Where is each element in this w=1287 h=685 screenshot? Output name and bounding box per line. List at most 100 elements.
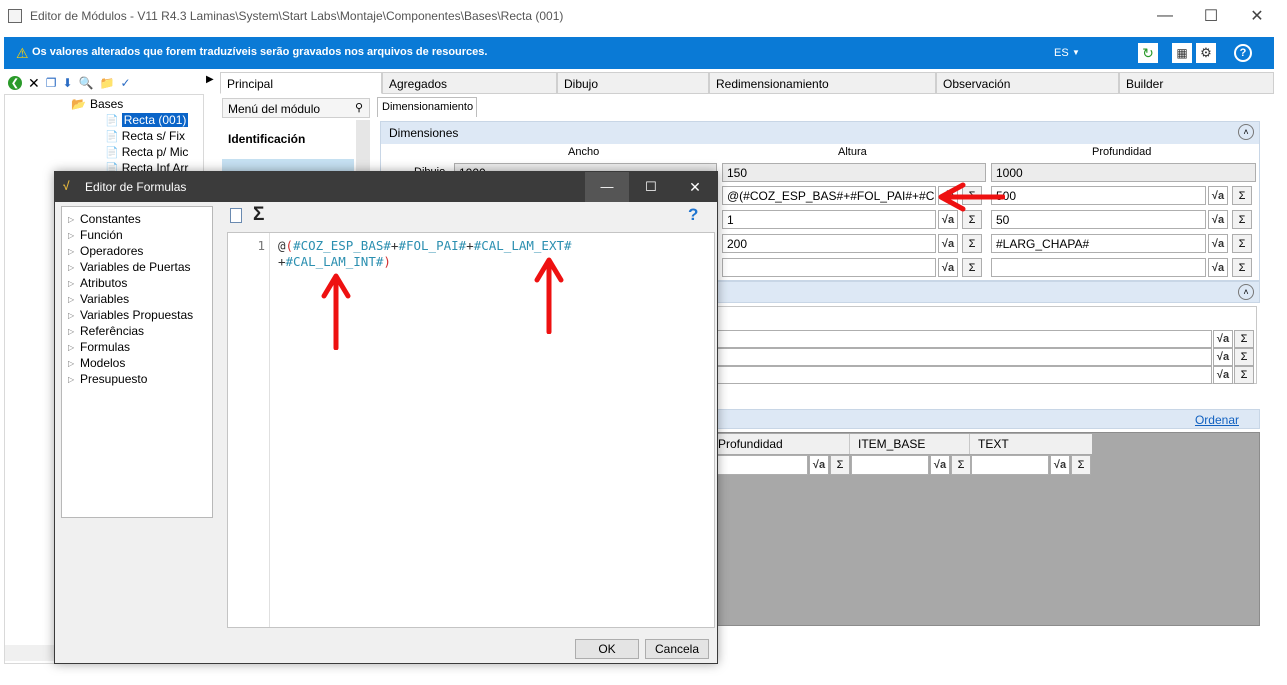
category-modelos[interactable]: ▷ Modelos [62,355,212,371]
code-token: ) [383,254,391,269]
formula-button[interactable]: √a [1208,210,1228,229]
sigma-button[interactable]: Σ [1232,258,1252,277]
tab-principal[interactable]: Principal [220,72,382,94]
tab-builder[interactable]: Builder [1119,72,1274,94]
dibujo-profundidad-field[interactable]: 1000 [991,163,1256,182]
cancel-button[interactable]: Cancela [645,639,709,659]
grid-cell[interactable] [851,455,929,475]
refresh-icon[interactable]: ↻ [1138,43,1158,63]
formula-button[interactable]: √a [1050,455,1070,475]
tab-redimensionamiento[interactable]: Redimensionamiento [709,72,936,94]
formula-button[interactable]: √a [1213,330,1233,348]
sigma-button[interactable]: Σ [1232,210,1252,229]
sigma-button[interactable]: Σ [1234,348,1254,366]
category-referencias[interactable]: ▷ Referências [62,323,212,339]
sigma-button[interactable]: Σ [830,455,850,475]
tool-icon[interactable]: ✓ [120,76,130,90]
tree-folder[interactable]: 📂 Bases [71,97,123,111]
formula-button[interactable]: √a [1208,258,1228,277]
formula-button[interactable]: √a [938,258,958,277]
group-field[interactable] [717,366,1212,384]
tree-item[interactable]: 📄 Recta s/ Fix [105,129,185,143]
formula-button[interactable]: √a [809,455,829,475]
formula-button[interactable]: √a [938,210,958,229]
subtab-dimensionamiento[interactable]: Dimensionamiento [377,97,477,117]
category-atributos[interactable]: ▷ Atributos [62,275,212,291]
profundidad-field[interactable]: 50 [991,210,1206,229]
language-select[interactable]: ES [1054,47,1069,59]
vertical-scrollbar[interactable] [356,120,370,176]
close-button[interactable]: ✕ [1234,0,1280,32]
help-button[interactable]: ? [688,205,698,225]
category-presupuesto[interactable]: ▷ Presupuesto [62,371,212,387]
altura-field[interactable]: @(#COZ_ESP_BAS#+#FOL_PAI#+#C [722,186,936,205]
help-icon[interactable]: ? [1234,44,1252,62]
sigma-button[interactable]: Σ [1071,455,1091,475]
code-editor[interactable]: 1 @(#COZ_ESP_BAS#+#FOL_PAI#+#CAL_LAM_EXT… [227,232,715,628]
category-variables-propuestas[interactable]: ▷ Variables Propuestas [62,307,212,323]
altura-field[interactable] [722,258,936,277]
tab-observacion[interactable]: Observación [936,72,1119,94]
formula-button[interactable]: √a [1208,234,1228,253]
minimize-button[interactable]: — [1142,0,1188,32]
copy-icon[interactable]: ❐ [46,76,57,90]
maximize-button[interactable]: ☐ [1188,0,1234,32]
formula-button[interactable]: √a [930,455,950,475]
category-funcion[interactable]: ▷ Función [62,227,212,243]
collapse-panel-icon[interactable]: ▶ [206,74,214,85]
sigma-button[interactable]: Σ [1232,186,1252,205]
ok-button[interactable]: OK [575,639,639,659]
category-constantes[interactable]: ▷ Constantes [62,211,212,227]
pin-icon[interactable]: ⚲ [355,101,363,114]
sigma-button[interactable]: Σ [951,455,971,475]
grid-cell[interactable] [716,455,808,475]
formula-button[interactable]: √a [1213,348,1233,366]
sigma-button[interactable]: Σ [1232,234,1252,253]
tab-dibujo[interactable]: Dibujo [557,72,709,94]
formula-button[interactable]: √a [1208,186,1228,205]
dimensiones-title: Dimensiones [389,126,459,140]
category-variables-puertas[interactable]: ▷ Variables de Puertas [62,259,212,275]
group-field[interactable] [717,330,1212,348]
profundidad-field[interactable]: 500 [991,186,1206,205]
category-formulas[interactable]: ▷ Formulas [62,339,212,355]
altura-field[interactable]: 200 [722,234,936,253]
menu-item-identificacion[interactable]: Identificación [228,132,305,146]
collapse-icon[interactable]: ˄ [1238,124,1254,140]
sigma-icon[interactable]: Σ [253,204,264,226]
code-token: #FOL_PAI# [398,238,467,253]
sigma-button[interactable]: Σ [1234,330,1254,348]
folder-icon[interactable]: 📁 [100,76,115,90]
grid-cell[interactable] [971,455,1049,475]
maximize-button[interactable]: ☐ [629,172,673,202]
layout-icon[interactable]: ▦ [1172,43,1192,63]
collapse-icon[interactable]: ˄ [1238,284,1254,300]
minimize-button[interactable]: — [585,172,629,202]
sigma-button[interactable]: Σ [962,234,982,253]
tree-item[interactable]: 📄 Recta (001) [105,113,189,127]
formula-editor-dialog: √ Editor de Formulas — ☐ ✕ ▷ Constantes ▷… [54,171,718,664]
sigma-button[interactable]: Σ [962,258,982,277]
formula-button[interactable]: √a [1213,366,1233,384]
new-document-icon[interactable] [230,208,242,223]
find-icon[interactable]: 🔍 [79,76,94,90]
move-down-icon[interactable]: ⬇ [63,76,73,90]
back-icon[interactable]: ❮ [8,76,22,90]
code-token: #COZ_ESP_BAS# [293,238,391,253]
ordenar-link[interactable]: Ordenar [1195,413,1239,427]
profundidad-field[interactable]: #LARG_CHAPA# [991,234,1206,253]
sigma-button[interactable]: Σ [1234,366,1254,384]
profundidad-field[interactable] [991,258,1206,277]
category-variables[interactable]: ▷ Variables [62,291,212,307]
category-operadores[interactable]: ▷ Operadores [62,243,212,259]
formula-button[interactable]: √a [938,234,958,253]
delete-icon[interactable]: ✕ [28,75,40,92]
close-button[interactable]: ✕ [673,172,717,202]
gear-icon[interactable]: ⚙ [1196,43,1216,63]
dibujo-altura-field[interactable]: 150 [722,163,986,182]
altura-field[interactable]: 1 [722,210,936,229]
group-field[interactable] [717,348,1212,366]
sigma-button[interactable]: Σ [962,210,982,229]
tab-agregados[interactable]: Agregados [382,72,557,94]
tree-item[interactable]: 📄 Recta p/ Mic [105,145,188,159]
